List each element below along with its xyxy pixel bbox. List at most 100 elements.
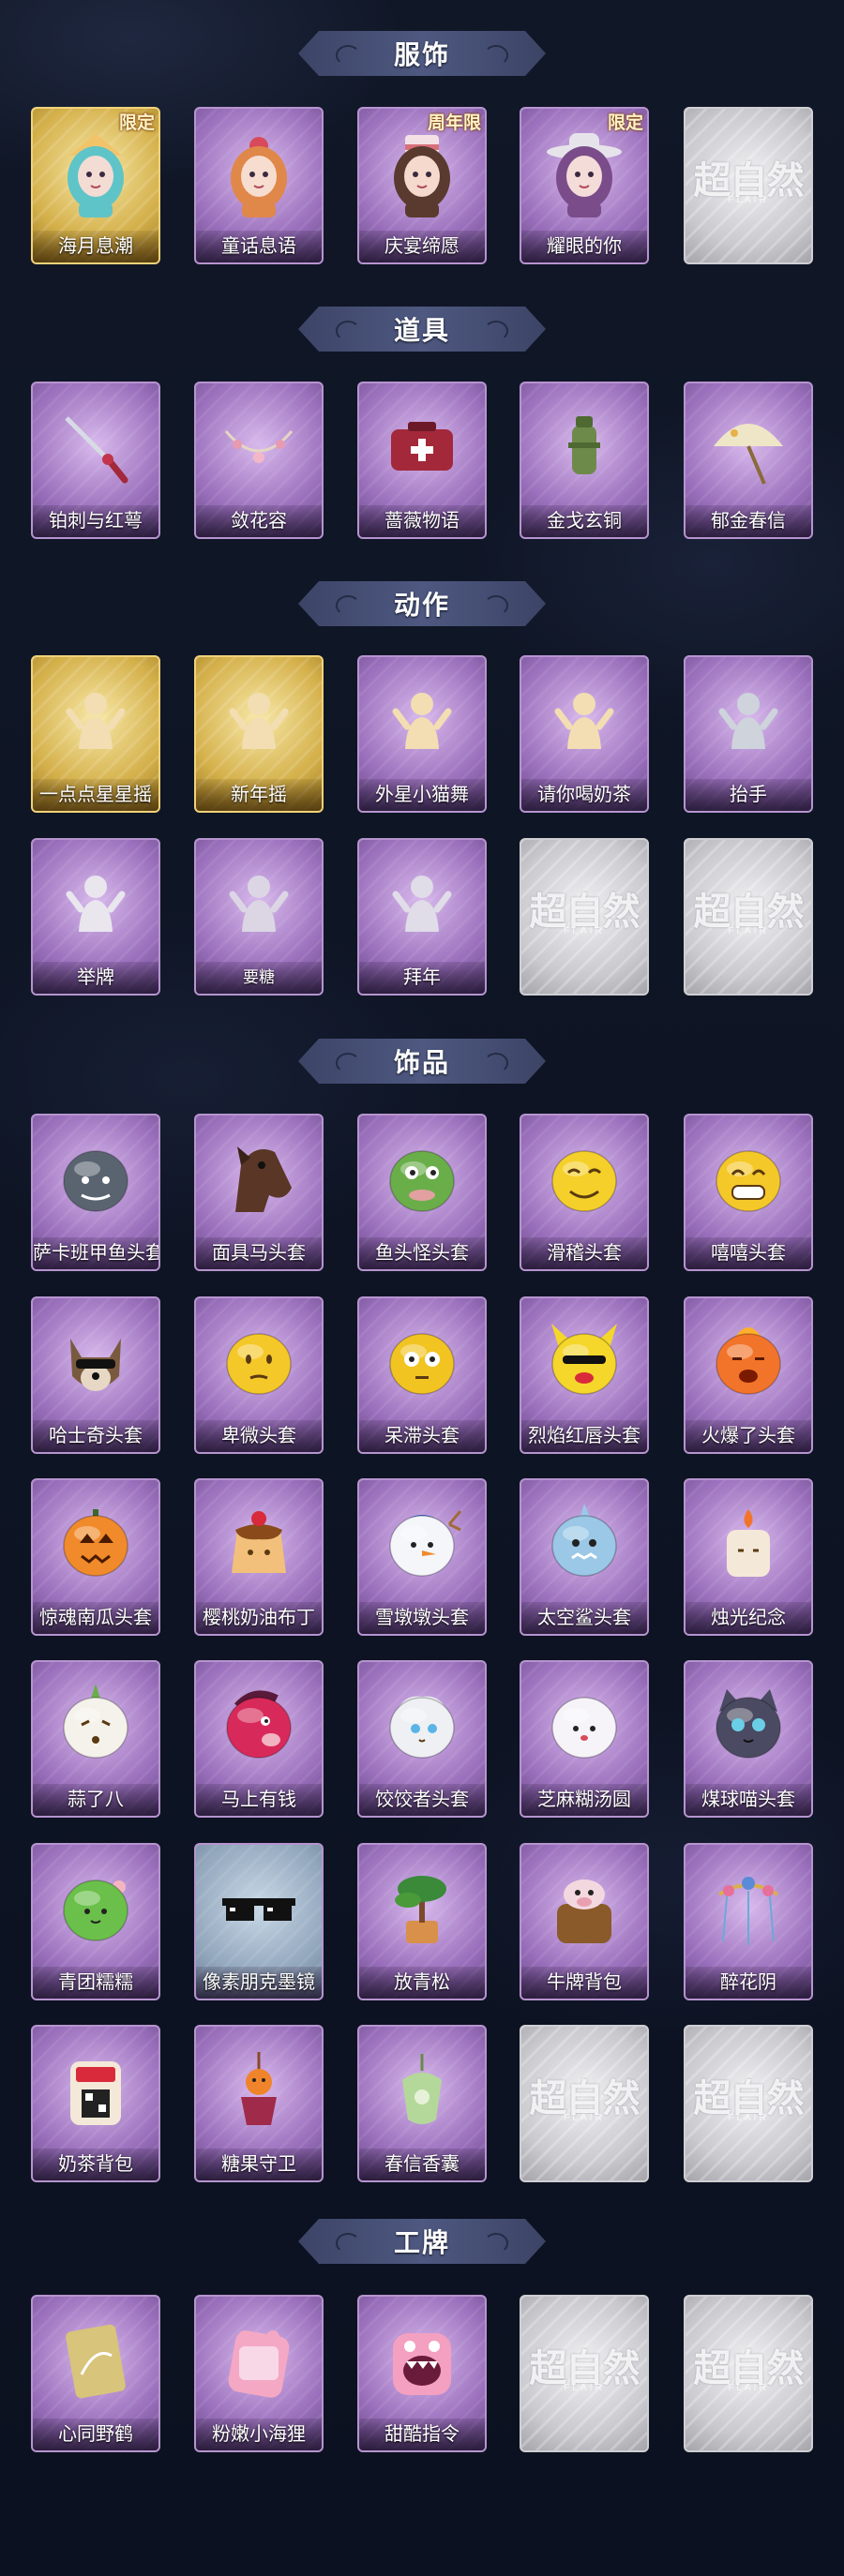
item-card[interactable]: 拜年 bbox=[357, 838, 487, 996]
humble-face-icon bbox=[214, 1317, 304, 1407]
crane-badge-icon bbox=[51, 2315, 141, 2405]
green-dumpling-icon bbox=[51, 1864, 141, 1954]
item-card[interactable]: 春信香囊 bbox=[357, 2025, 487, 2182]
item-card[interactable]: 煤球喵头套 bbox=[684, 1660, 813, 1818]
tangyuan-head-icon bbox=[539, 1681, 629, 1771]
item-card[interactable]: 马上有钱 bbox=[194, 1660, 324, 1818]
item-name: 马上有钱 bbox=[196, 1784, 322, 1816]
item-card[interactable]: 像素朋克墨镜 bbox=[194, 1843, 324, 2000]
item-name: 庆宴缔愿 bbox=[359, 231, 485, 262]
pose-dance-icon bbox=[377, 676, 467, 766]
item-card[interactable]: 请你喝奶茶 bbox=[520, 655, 649, 813]
section-title: 动作 bbox=[393, 591, 450, 620]
item-name: 面具马头套 bbox=[196, 1237, 322, 1269]
item-card[interactable]: 要糖 bbox=[194, 838, 324, 996]
item-name: 太空鲨头套 bbox=[521, 1602, 647, 1634]
limited-badge: 限定 bbox=[607, 113, 643, 133]
locked-item-card[interactable]: 超自然 FLAIR bbox=[684, 107, 813, 264]
item-card[interactable]: 太空鲨头套 bbox=[520, 1478, 649, 1636]
cowgirl-portrait-icon bbox=[539, 127, 629, 217]
item-name: 铂刺与红萼 bbox=[33, 505, 158, 537]
pumpkin-head-icon bbox=[51, 1499, 141, 1589]
item-card[interactable]: 童话息语 bbox=[194, 107, 324, 264]
item-name: 蒜了八 bbox=[33, 1784, 158, 1816]
item-name: 奶茶背包 bbox=[33, 2149, 158, 2180]
locked-item-card[interactable]: 超自然 FLAIR bbox=[520, 2025, 649, 2182]
watermark-sub: FLAIR bbox=[564, 926, 605, 936]
item-name: 敛花容 bbox=[196, 505, 322, 537]
locked-item-card[interactable]: 超自然 FLAIR bbox=[684, 2295, 813, 2452]
item-card[interactable]: 嘻嘻头套 bbox=[684, 1114, 813, 1271]
item-card[interactable]: 惊魂南瓜头套 bbox=[31, 1478, 160, 1636]
item-name: 请你喝奶茶 bbox=[521, 779, 647, 811]
item-name: 耀眼的你 bbox=[521, 231, 647, 262]
item-name: 举牌 bbox=[33, 962, 158, 994]
locked-item-card[interactable]: 超自然 FLAIR bbox=[684, 2025, 813, 2182]
item-card[interactable]: 蒜了八 bbox=[31, 1660, 160, 1818]
item-card[interactable]: 呆滞头套 bbox=[357, 1296, 487, 1454]
locked-item-card[interactable]: 超自然 FLAIR bbox=[684, 838, 813, 996]
pose-sign-icon bbox=[51, 859, 141, 949]
grin-face-icon bbox=[703, 1134, 793, 1224]
item-card[interactable]: 新年摇 bbox=[194, 655, 324, 813]
item-card[interactable]: 郁金春信 bbox=[684, 382, 813, 539]
item-name: 郁金春信 bbox=[686, 505, 811, 537]
item-card[interactable]: 烈焰红唇头套 bbox=[520, 1296, 649, 1454]
item-name: 拜年 bbox=[359, 962, 485, 994]
black-cat-head-icon bbox=[703, 1681, 793, 1771]
locked-item-card[interactable]: 超自然 FLAIR bbox=[520, 838, 649, 996]
fish-head-icon bbox=[51, 1134, 141, 1224]
section-banner: 动作 bbox=[298, 581, 546, 626]
item-name: 粉嫩小海狸 bbox=[196, 2419, 322, 2450]
item-card[interactable]: 鱼头怪头套 bbox=[357, 1114, 487, 1271]
locked-item-card[interactable]: 超自然 FLAIR bbox=[520, 2295, 649, 2452]
sachet-icon bbox=[377, 2045, 467, 2135]
item-card[interactable]: 放青松 bbox=[357, 1843, 487, 2000]
item-card[interactable]: 金戈玄铜 bbox=[520, 382, 649, 539]
item-card[interactable]: 芝麻糊汤圆 bbox=[520, 1660, 649, 1818]
item-card[interactable]: 哈士奇头套 bbox=[31, 1296, 160, 1454]
item-card[interactable]: 外星小猫舞 bbox=[357, 655, 487, 813]
item-name: 哈士奇头套 bbox=[33, 1420, 158, 1452]
candle-head-icon bbox=[703, 1499, 793, 1589]
item-card[interactable]: 一点点星星摇 bbox=[31, 655, 160, 813]
funny-face-icon bbox=[539, 1134, 629, 1224]
item-card[interactable]: 雪墩墩头套 bbox=[357, 1478, 487, 1636]
fire-head-icon bbox=[703, 1317, 793, 1407]
item-card[interactable]: 限定耀眼的你 bbox=[520, 107, 649, 264]
item-card[interactable]: 粉嫩小海狸 bbox=[194, 2295, 324, 2452]
item-card[interactable]: 面具马头套 bbox=[194, 1114, 324, 1271]
item-card[interactable]: 奶茶背包 bbox=[31, 2025, 160, 2182]
item-name: 抬手 bbox=[686, 779, 811, 811]
section-banner: 服饰 bbox=[298, 31, 546, 76]
item-card[interactable]: 牛牌背包 bbox=[520, 1843, 649, 2000]
item-card[interactable]: 心同野鹤 bbox=[31, 2295, 160, 2452]
item-card[interactable]: 樱桃奶油布丁 bbox=[194, 1478, 324, 1636]
item-card[interactable]: 举牌 bbox=[31, 838, 160, 996]
item-card[interactable]: 铂刺与红萼 bbox=[31, 382, 160, 539]
item-name: 卑微头套 bbox=[196, 1420, 322, 1452]
item-card[interactable]: 火爆了头套 bbox=[684, 1296, 813, 1454]
horse-head-icon bbox=[214, 1134, 304, 1224]
item-card[interactable]: 周年限 庆宴缔愿 bbox=[357, 107, 487, 264]
pose-raise-hand-icon bbox=[703, 676, 793, 766]
item-card[interactable]: 蔷薇物语 bbox=[357, 382, 487, 539]
item-card[interactable]: 甜酷指令 bbox=[357, 2295, 487, 2452]
item-card[interactable]: 青团糯糯 bbox=[31, 1843, 160, 2000]
item-card[interactable]: 滑稽头套 bbox=[520, 1114, 649, 1271]
item-name: 蔷薇物语 bbox=[359, 505, 485, 537]
watermark-sub: FLAIR bbox=[564, 2383, 605, 2393]
item-card[interactable]: 烛光纪念 bbox=[684, 1478, 813, 1636]
item-card[interactable]: 限定 海月息潮 bbox=[31, 107, 160, 264]
item-name: 烈焰红唇头套 bbox=[521, 1420, 647, 1452]
item-card[interactable]: 敛花容 bbox=[194, 382, 324, 539]
item-name: 春信香囊 bbox=[359, 2149, 485, 2180]
item-card[interactable]: 饺饺者头套 bbox=[357, 1660, 487, 1818]
item-card[interactable]: 萨卡班甲鱼头套 bbox=[31, 1114, 160, 1271]
item-card[interactable]: 醉花阴 bbox=[684, 1843, 813, 2000]
item-card[interactable]: 抬手 bbox=[684, 655, 813, 813]
section-banner: 道具 bbox=[298, 307, 546, 352]
item-card[interactable]: 卑微头套 bbox=[194, 1296, 324, 1454]
item-card[interactable]: 糖果守卫 bbox=[194, 2025, 324, 2182]
watermark-sub: FLAIR bbox=[728, 926, 769, 936]
